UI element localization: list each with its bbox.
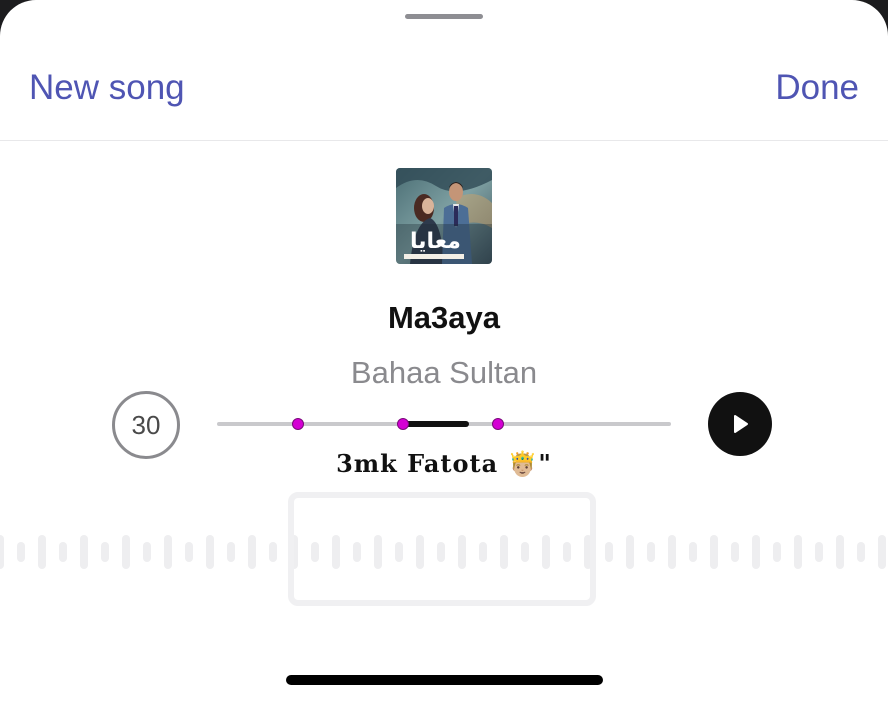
scrubber-marker[interactable] — [291, 418, 304, 430]
header-divider — [0, 140, 888, 141]
lyric-line: 3mk Fatota 🤴🏼" — [336, 449, 552, 478]
waveform-bar — [185, 542, 193, 562]
album-art: معايا — [396, 168, 492, 264]
waveform-bar — [101, 542, 109, 562]
waveform-bar — [122, 535, 130, 569]
waveform-bar — [605, 542, 613, 562]
play-button[interactable] — [708, 392, 772, 456]
new-song-button[interactable]: New song — [29, 68, 185, 108]
song-scrubber[interactable] — [217, 414, 671, 434]
waveform-bar — [227, 542, 235, 562]
waveform-bar — [626, 535, 634, 569]
song-picker-sheet: New song Done معايا Ma3aya Bahaa Sultan … — [0, 0, 888, 704]
waveform-bar — [815, 542, 823, 562]
waveform-bar — [0, 535, 4, 569]
waveform-bar — [794, 535, 802, 569]
waveform-bar — [38, 535, 46, 569]
waveform-selection-window[interactable] — [288, 492, 596, 606]
waveform-bar — [269, 542, 277, 562]
waveform-bar — [836, 535, 844, 569]
album-art-image: معايا — [396, 168, 492, 264]
waveform-bar — [752, 535, 760, 569]
waveform-bar — [206, 535, 214, 569]
waveform-bar — [689, 542, 697, 562]
play-icon — [734, 415, 748, 433]
waveform-bar — [17, 542, 25, 562]
scrubber-selection — [403, 421, 469, 427]
home-indicator — [286, 675, 603, 685]
waveform-bar — [164, 535, 172, 569]
sheet-grabber[interactable] — [405, 14, 483, 19]
album-art-title: معايا — [410, 229, 461, 254]
waveform-bar — [773, 542, 781, 562]
waveform-bar — [80, 535, 88, 569]
done-button[interactable]: Done — [775, 68, 859, 108]
waveform-bar — [857, 542, 865, 562]
waveform-bar — [248, 535, 256, 569]
song-artist: Bahaa Sultan — [350, 355, 538, 390]
scrubber-marker[interactable] — [397, 418, 410, 430]
scrubber-marker[interactable] — [492, 418, 505, 430]
waveform-bar — [731, 542, 739, 562]
waveform-bar — [143, 542, 151, 562]
waveform-bar — [710, 535, 718, 569]
waveform-bar — [878, 535, 886, 569]
waveform-bar — [59, 542, 67, 562]
waveform-bar — [647, 542, 655, 562]
waveform-bar — [668, 535, 676, 569]
song-title: Ma3aya — [387, 300, 501, 335]
